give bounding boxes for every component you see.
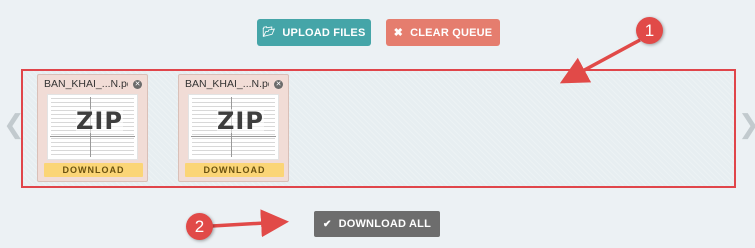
annotation-arrow-2 bbox=[211, 209, 289, 238]
annotation-badge-1: 1 bbox=[636, 17, 663, 44]
annotation-arrow-1 bbox=[559, 38, 641, 84]
annotation-badge-2: 2 bbox=[186, 213, 213, 240]
